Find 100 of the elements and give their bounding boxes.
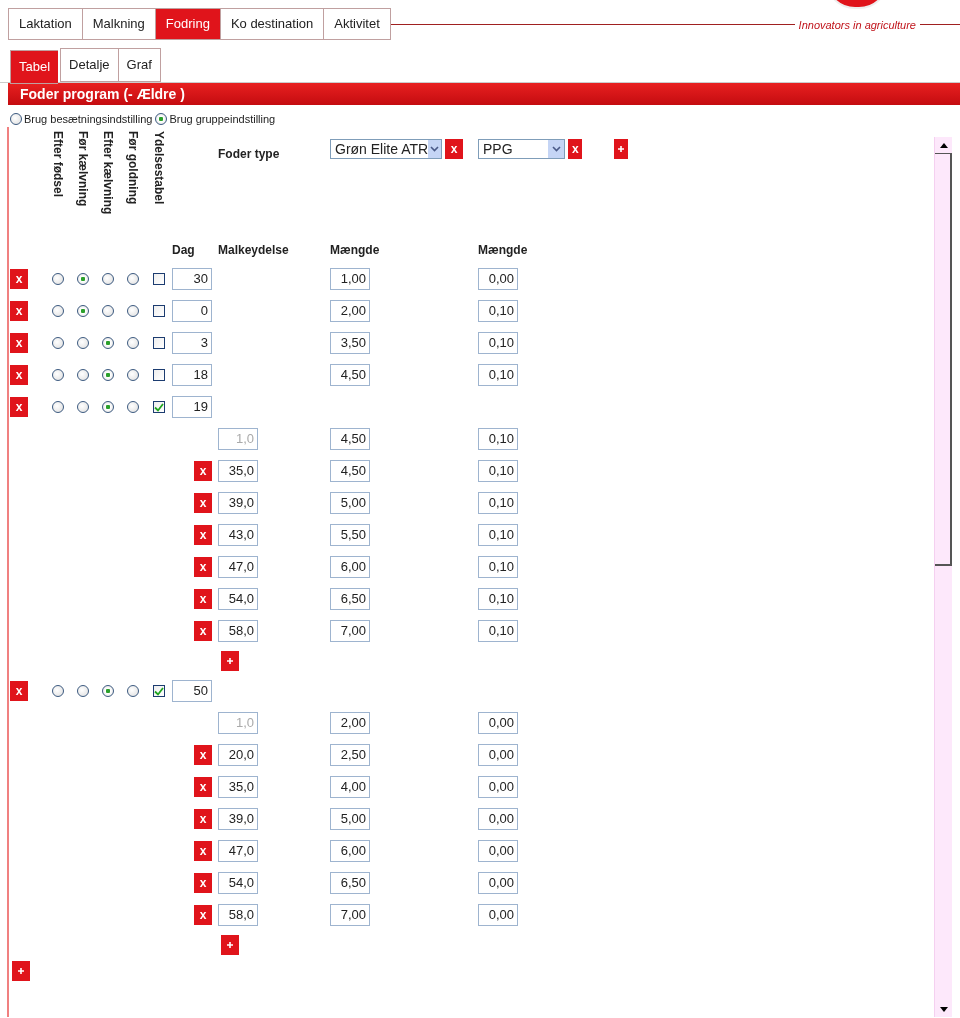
amount-field[interactable]: 4,00 <box>330 776 370 798</box>
amount-field[interactable]: 5,00 <box>330 492 370 514</box>
delete-button[interactable]: x <box>194 841 212 861</box>
day-field[interactable]: 50 <box>172 680 212 702</box>
view-tab[interactable]: Detalje <box>60 48 118 82</box>
radio-button[interactable] <box>76 401 89 413</box>
yield-field[interactable]: 54,0 <box>218 872 258 894</box>
delete-button[interactable]: x <box>194 809 212 829</box>
radio-button[interactable] <box>126 337 139 349</box>
day-field[interactable]: 0 <box>172 300 212 322</box>
yield-field[interactable]: 54,0 <box>218 588 258 610</box>
amount-field[interactable]: 0,10 <box>478 332 518 354</box>
radio-button[interactable] <box>126 305 139 317</box>
amount-field[interactable]: 6,00 <box>330 840 370 862</box>
delete-button[interactable]: x <box>445 139 463 159</box>
radio-button[interactable] <box>126 273 139 285</box>
day-field[interactable]: 3 <box>172 332 212 354</box>
scrollbar-thumb[interactable] <box>935 153 952 566</box>
radio-button[interactable] <box>10 113 22 125</box>
amount-field[interactable]: 0,10 <box>478 524 518 546</box>
yield-field[interactable]: 20,0 <box>218 744 258 766</box>
radio-button[interactable] <box>76 305 89 317</box>
feed-select[interactable]: Grøn Elite ATR <box>330 139 442 159</box>
amount-field[interactable]: 2,50 <box>330 744 370 766</box>
checkbox[interactable] <box>152 337 165 349</box>
radio-button[interactable] <box>51 369 64 381</box>
radio-button[interactable] <box>101 369 114 381</box>
amount-field[interactable]: 0,00 <box>478 872 518 894</box>
add-button[interactable] <box>614 139 628 159</box>
feed-select[interactable]: PPG <box>478 139 566 159</box>
delete-button[interactable]: x <box>194 905 212 925</box>
yield-field[interactable]: 58,0 <box>218 620 258 642</box>
amount-field[interactable]: 5,00 <box>330 808 370 830</box>
amount-field[interactable]: 7,00 <box>330 620 370 642</box>
delete-button[interactable]: x <box>194 873 212 893</box>
yield-field[interactable]: 35,0 <box>218 776 258 798</box>
radio-button[interactable] <box>76 273 89 285</box>
radio-button[interactable] <box>101 401 114 413</box>
amount-field[interactable]: 0,10 <box>478 460 518 482</box>
radio-button[interactable] <box>51 273 64 285</box>
amount-field[interactable]: 7,00 <box>330 904 370 926</box>
delete-button[interactable]: x <box>194 525 212 545</box>
radio-button[interactable] <box>101 305 114 317</box>
radio-button[interactable] <box>51 401 64 413</box>
yield-field[interactable]: 47,0 <box>218 840 258 862</box>
delete-button[interactable]: x <box>194 745 212 765</box>
day-field[interactable]: 30 <box>172 268 212 290</box>
yield-field[interactable]: 39,0 <box>218 492 258 514</box>
amount-field[interactable]: 0,00 <box>478 776 518 798</box>
view-tab[interactable]: Graf <box>117 48 161 82</box>
radio-button[interactable] <box>76 685 89 697</box>
amount-field[interactable]: 2,00 <box>330 300 370 322</box>
amount-field[interactable]: 0,00 <box>478 744 518 766</box>
delete-button[interactable]: x <box>10 269 28 289</box>
checkbox[interactable] <box>152 273 165 285</box>
nav-tab[interactable]: Ko destination <box>219 8 324 40</box>
amount-field[interactable]: 5,50 <box>330 524 370 546</box>
checkbox[interactable] <box>152 305 165 317</box>
delete-button[interactable]: x <box>568 139 583 159</box>
delete-button[interactable]: x <box>194 557 212 577</box>
delete-button[interactable]: x <box>10 397 28 417</box>
add-button[interactable] <box>12 961 30 981</box>
checkbox[interactable] <box>152 369 165 381</box>
nav-tab[interactable]: Aktivitet <box>323 8 391 40</box>
radio-button[interactable] <box>101 337 114 349</box>
amount-field[interactable]: 4,50 <box>330 364 370 386</box>
amount-field[interactable]: 0,00 <box>478 904 518 926</box>
amount-field[interactable]: 0,00 <box>478 268 518 290</box>
radio-button[interactable] <box>126 685 139 697</box>
day-field[interactable]: 18 <box>172 364 212 386</box>
amount-field[interactable]: 0,00 <box>478 840 518 862</box>
amount-field[interactable]: 3,50 <box>330 332 370 354</box>
yield-field[interactable]: 58,0 <box>218 904 258 926</box>
amount-field[interactable]: 0,10 <box>478 620 518 642</box>
delete-button[interactable]: x <box>10 333 28 353</box>
view-tab[interactable]: Tabel <box>10 50 59 84</box>
day-field[interactable]: 19 <box>172 396 212 418</box>
radio-button[interactable] <box>101 273 114 285</box>
amount-field[interactable]: 6,50 <box>330 588 370 610</box>
radio-button[interactable] <box>101 685 114 697</box>
scrollbar[interactable] <box>934 137 952 1017</box>
nav-tab[interactable]: Malkning <box>81 8 155 40</box>
radio-button[interactable] <box>76 369 89 381</box>
amount-field[interactable]: 0,00 <box>478 808 518 830</box>
checkbox[interactable] <box>152 685 165 697</box>
delete-button[interactable]: x <box>10 365 28 385</box>
amount-field[interactable]: 0,10 <box>478 556 518 578</box>
delete-button[interactable]: x <box>194 777 212 797</box>
amount-field[interactable]: 6,50 <box>330 872 370 894</box>
yield-field[interactable]: 47,0 <box>218 556 258 578</box>
amount-field[interactable]: 4,50 <box>330 460 370 482</box>
radio-button[interactable] <box>51 685 64 697</box>
radio-button[interactable] <box>51 305 64 317</box>
amount-field[interactable]: 6,00 <box>330 556 370 578</box>
delete-button[interactable]: x <box>194 621 212 641</box>
add-button[interactable] <box>221 651 239 671</box>
amount-field[interactable]: 0,10 <box>478 300 518 322</box>
radio-button[interactable] <box>126 401 139 413</box>
yield-field[interactable]: 35,0 <box>218 460 258 482</box>
nav-tab[interactable]: Laktation <box>8 8 82 40</box>
